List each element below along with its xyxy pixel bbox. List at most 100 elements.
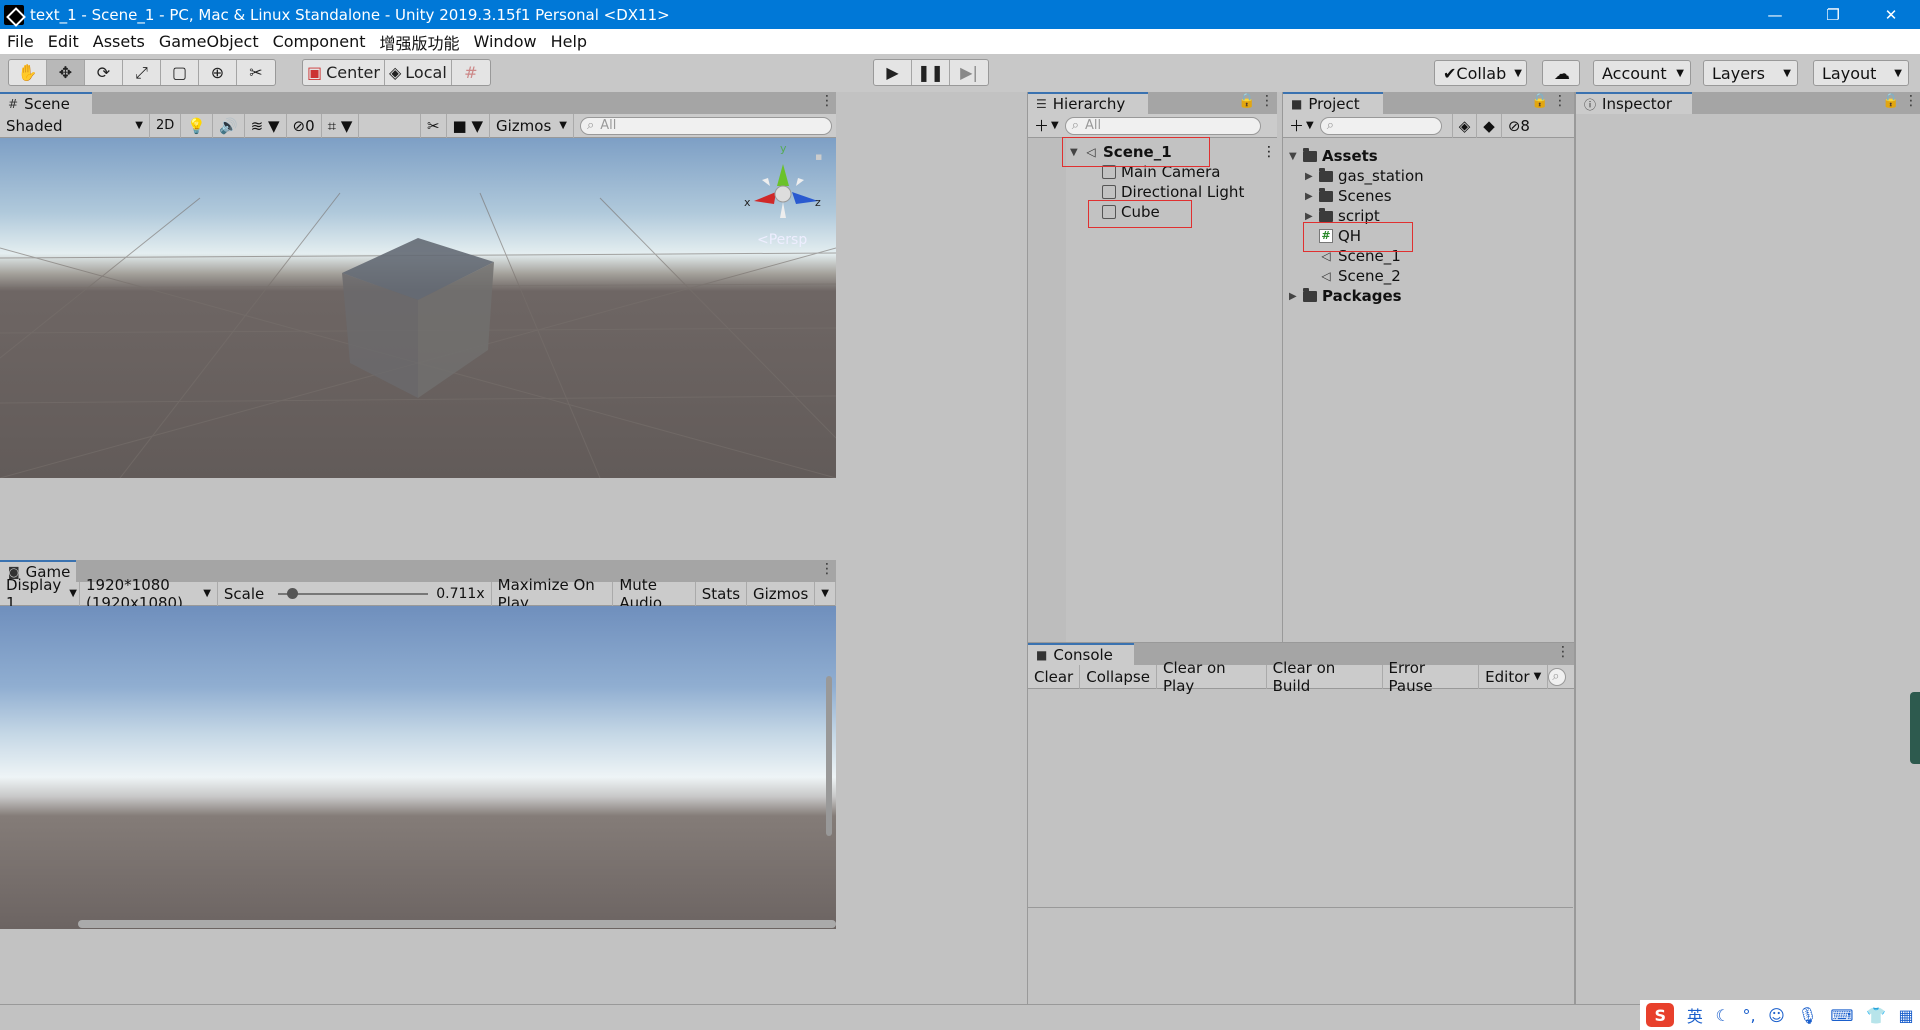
ime-language[interactable]: 英: [1687, 1003, 1703, 1027]
mute-audio-toggle[interactable]: Mute Audio: [613, 576, 696, 612]
filter-label-icon[interactable]: ◆: [1477, 113, 1502, 138]
stats-toggle[interactable]: Stats: [696, 581, 748, 606]
display-dropdown[interactable]: Display 1 ▼: [0, 576, 80, 612]
panel-menu-icon[interactable]: ⋮: [1904, 93, 1918, 109]
maximize-on-play-toggle[interactable]: Maximize On Play: [492, 576, 614, 612]
minimize-button[interactable]: —: [1746, 0, 1804, 29]
lock-icon[interactable]: 🔒: [1882, 93, 1899, 109]
scene-search-input[interactable]: ⌕ All: [580, 116, 832, 135]
audio-icon[interactable]: 🔊: [213, 113, 245, 138]
close-button[interactable]: ✕: [1862, 0, 1920, 29]
panel-menu-icon[interactable]: ⋮: [1556, 644, 1570, 660]
menu-component[interactable]: Component: [266, 32, 373, 51]
rotate-tool-icon[interactable]: ⟳: [85, 60, 123, 85]
grid-snap-icon[interactable]: #: [452, 60, 490, 85]
layout-dropdown[interactable]: Layout ▼: [1813, 60, 1909, 86]
console-collapse-button[interactable]: Collapse: [1080, 664, 1157, 689]
scale-tool-icon[interactable]: ⤢: [123, 60, 161, 85]
grid-icon[interactable]: ⌗ ▼: [322, 113, 360, 138]
lock-icon[interactable]: 🔒: [1238, 93, 1255, 109]
tab-hierarchy[interactable]: ☰ Hierarchy: [1028, 92, 1148, 114]
console-editor-dropdown[interactable]: Editor ▼: [1479, 664, 1549, 689]
effects-icon[interactable]: ≋ ▼: [245, 113, 287, 138]
layers-dropdown[interactable]: Layers ▼: [1703, 60, 1798, 86]
chevron-down-icon[interactable]: ▼: [815, 581, 836, 606]
shirt-icon[interactable]: 👕: [1866, 1006, 1886, 1025]
account-dropdown[interactable]: Account ▼: [1593, 60, 1691, 86]
console-clear-on-play-button[interactable]: Clear on Play: [1157, 659, 1267, 695]
tab-console[interactable]: ■ Console: [1028, 643, 1134, 665]
persp-label[interactable]: <Persp: [757, 232, 807, 248]
cloud-button[interactable]: ☁: [1542, 60, 1580, 86]
console-clear-on-build-button[interactable]: Clear on Build: [1267, 659, 1383, 695]
create-asset-button[interactable]: ＋ ▼: [1283, 114, 1320, 138]
expand-arrow-icon[interactable]: ▶: [1289, 291, 1303, 302]
lock-icon[interactable]: ▪: [815, 150, 822, 163]
tab-scene[interactable]: # Scene: [0, 92, 92, 114]
pause-icon[interactable]: ❚❚: [912, 60, 950, 85]
game-gizmos-dropdown[interactable]: Gizmos: [747, 581, 816, 606]
pivot-local-button[interactable]: ◈ Local: [385, 60, 452, 85]
console-clear-button[interactable]: Clear: [1028, 664, 1081, 689]
tools-icon[interactable]: ✂: [419, 113, 447, 138]
cube-mesh[interactable]: [342, 238, 494, 398]
project-folder-row[interactable]: ▶ gas_station: [1305, 167, 1424, 185]
expand-arrow-icon[interactable]: ▼: [1289, 151, 1303, 162]
hierarchy-search-input[interactable]: ⌕ All: [1064, 116, 1261, 135]
collab-dropdown[interactable]: ✔ Collab ▼: [1434, 60, 1527, 86]
hidden-objects-toggle[interactable]: ⊘ 0: [287, 113, 322, 138]
grid-menu-icon[interactable]: ▦: [1899, 1006, 1914, 1025]
scene-menu-icon[interactable]: ⋮: [1262, 144, 1276, 160]
menu-edit[interactable]: Edit: [41, 32, 86, 51]
scale-slider-thumb[interactable]: [286, 587, 298, 599]
step-icon[interactable]: ▶|: [950, 60, 988, 85]
tab-inspector[interactable]: ⓘ Inspector: [1576, 92, 1692, 114]
lighting-icon[interactable]: 💡: [181, 113, 213, 138]
console-search-input[interactable]: ⌕: [1548, 667, 1566, 686]
lock-icon[interactable]: 🔒: [1531, 93, 1548, 109]
menu-help[interactable]: Help: [544, 32, 594, 51]
panel-menu-icon[interactable]: ⋮: [1260, 93, 1274, 109]
pivot-center-button[interactable]: ▣ Center: [303, 60, 385, 85]
scene-viewport[interactable]: y x z ▪ <Persp: [0, 138, 836, 478]
toggle-2d-button[interactable]: 2D: [150, 113, 182, 138]
emoji-icon[interactable]: ☺: [1768, 1006, 1785, 1025]
console-error-pause-button[interactable]: Error Pause: [1383, 659, 1480, 695]
shading-mode-dropdown[interactable]: Shaded ▼: [0, 113, 150, 138]
move-tool-icon[interactable]: ✥: [47, 60, 85, 85]
hierarchy-item[interactable]: Directional Light: [1102, 183, 1244, 201]
project-asset-row[interactable]: ◁ Scene_2: [1319, 267, 1400, 285]
play-icon[interactable]: ▶: [874, 60, 912, 85]
sogou-logo-icon[interactable]: S: [1646, 1003, 1675, 1027]
game-viewport[interactable]: [0, 606, 836, 929]
side-widget[interactable]: [1910, 692, 1920, 764]
tab-project[interactable]: ■ Project: [1283, 92, 1383, 114]
expand-arrow-icon[interactable]: ▶: [1305, 171, 1319, 182]
create-button[interactable]: ＋ ▼: [1028, 114, 1065, 138]
horizontal-scrollbar[interactable]: [78, 920, 836, 928]
project-search-input[interactable]: ⌕: [1319, 116, 1442, 135]
packages-root-row[interactable]: ▶ Packages: [1289, 287, 1402, 305]
moon-icon[interactable]: ☾: [1716, 1006, 1730, 1025]
maximize-button[interactable]: ❐: [1804, 0, 1862, 29]
panel-menu-icon[interactable]: ⋮: [1553, 93, 1567, 109]
menu-assets[interactable]: Assets: [86, 32, 152, 51]
hand-tool-icon[interactable]: ✋: [9, 60, 47, 85]
panel-menu-icon[interactable]: ⋮: [820, 561, 834, 577]
menu-window[interactable]: Window: [467, 32, 544, 51]
keyboard-icon[interactable]: ⌨: [1830, 1006, 1853, 1025]
punctuation-icon[interactable]: °,: [1742, 1006, 1755, 1025]
gizmos-dropdown[interactable]: Gizmos ▼: [490, 113, 574, 138]
expand-arrow-icon[interactable]: ▶: [1305, 191, 1319, 202]
menu-enhanced[interactable]: 增强版功能: [372, 30, 466, 54]
filter-type-icon[interactable]: ◈: [1451, 113, 1478, 138]
custom-tool-icon[interactable]: ✂: [237, 60, 275, 85]
menu-gameobject[interactable]: GameObject: [152, 32, 266, 51]
vertical-scrollbar[interactable]: [826, 676, 832, 836]
camera-icon[interactable]: ■ ▼: [447, 113, 491, 138]
microphone-icon[interactable]: 🎙: [1797, 1006, 1817, 1025]
transform-tool-icon[interactable]: ⊕: [199, 60, 237, 85]
panel-menu-icon[interactable]: ⋮: [820, 93, 834, 109]
project-folder-row[interactable]: ▶ Scenes: [1305, 187, 1392, 205]
expand-arrow-icon[interactable]: ▶: [1305, 211, 1319, 222]
